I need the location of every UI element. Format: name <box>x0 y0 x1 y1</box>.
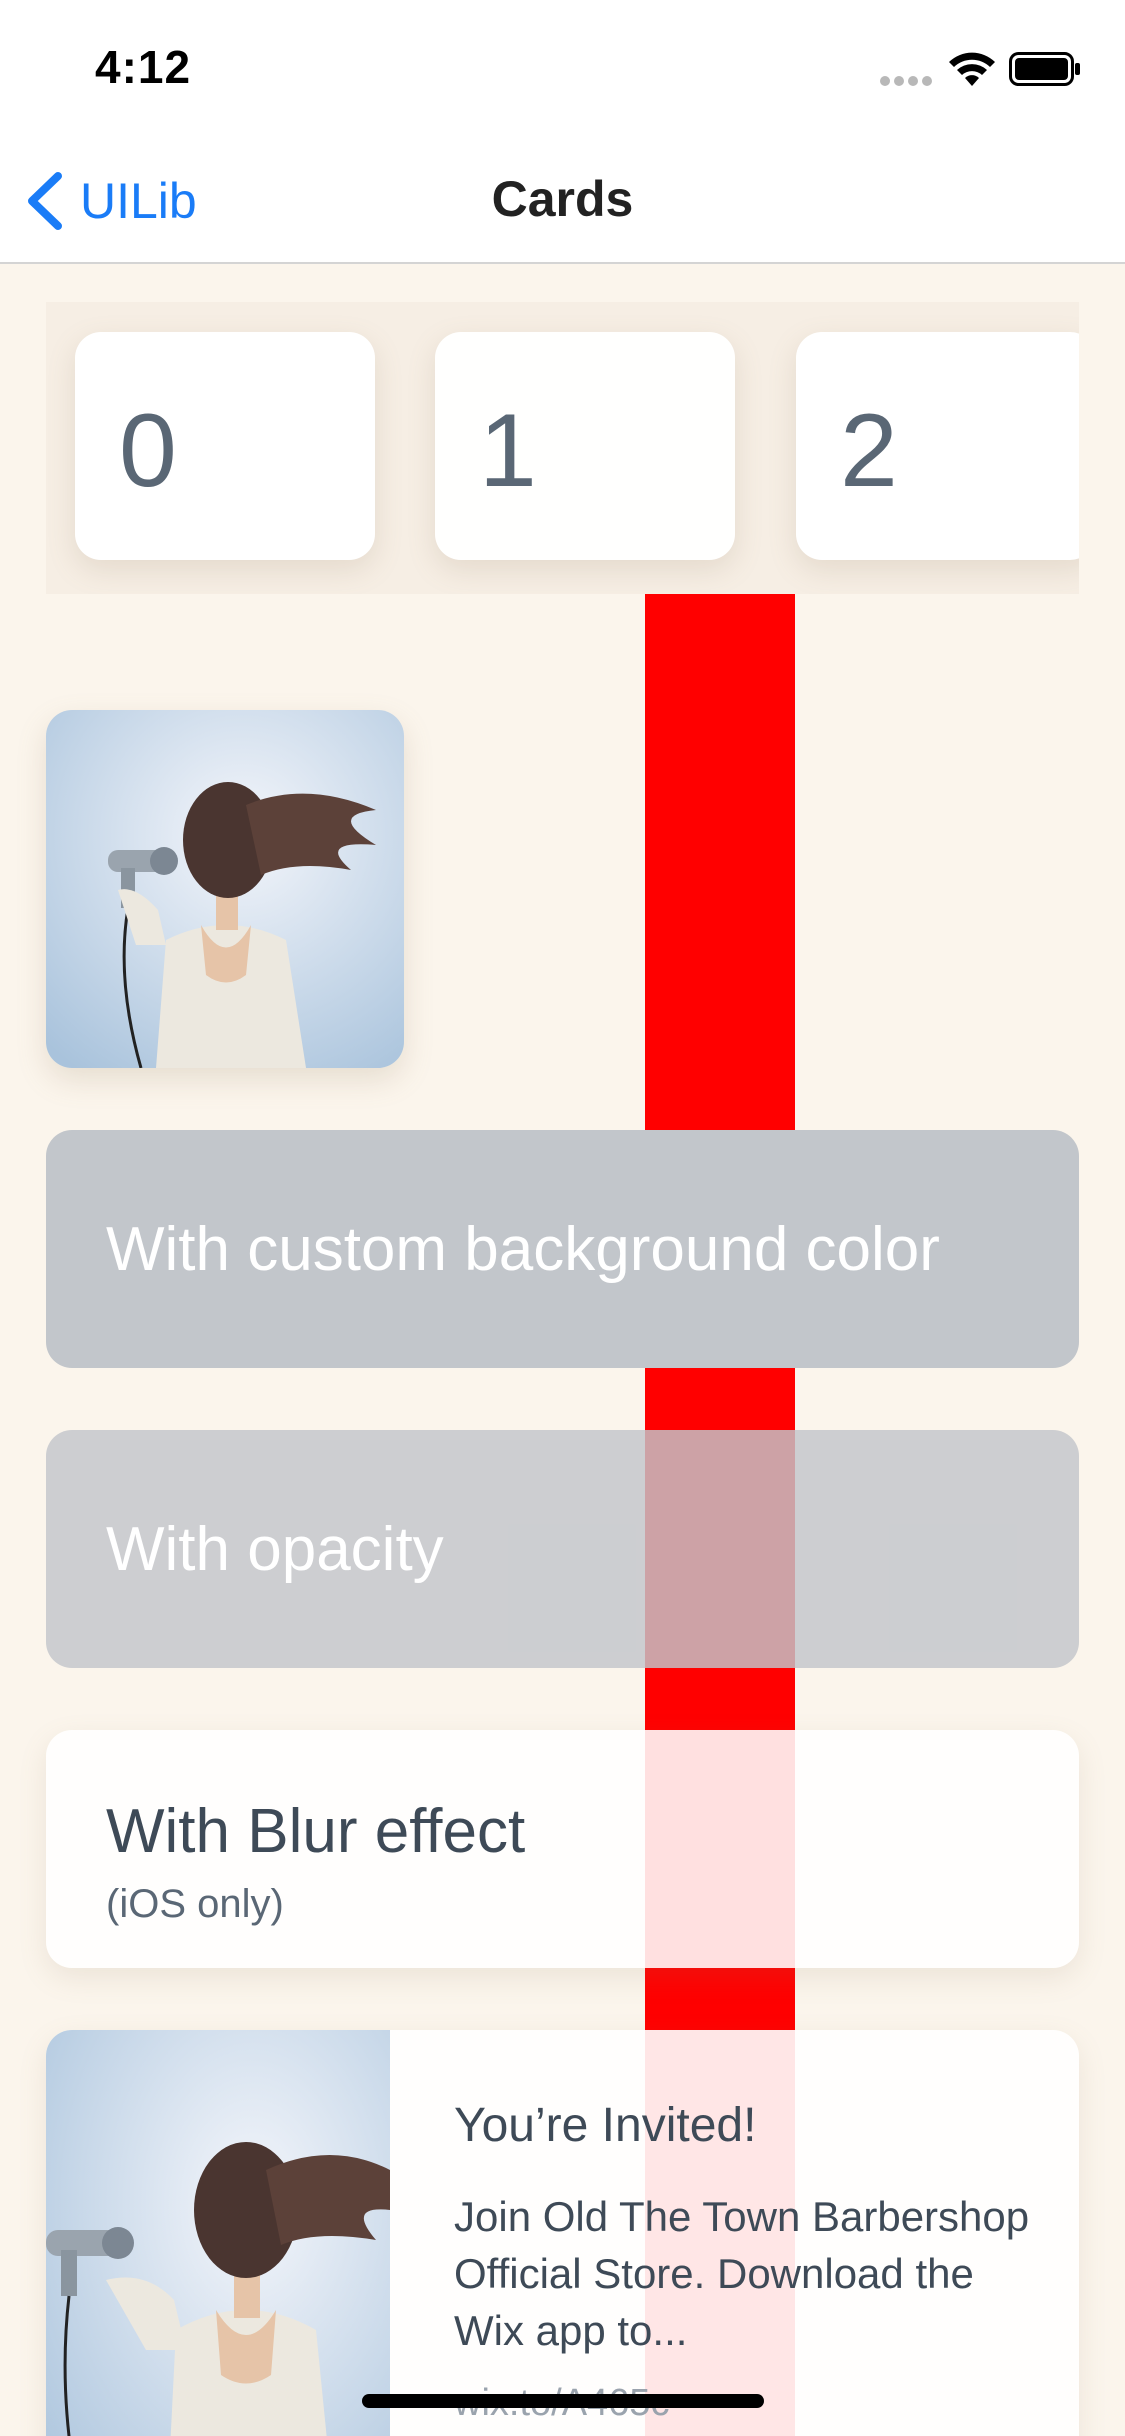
home-indicator[interactable] <box>362 2394 764 2408</box>
screen: 4:12 UILib Cards 0 1 2 With custom backg… <box>0 0 1125 2436</box>
number-card-2[interactable]: 2 <box>796 332 1079 560</box>
navigation-bar: UILib Cards <box>0 140 1125 264</box>
signal-icon <box>880 76 932 86</box>
blur-effect-card[interactable]: With Blur effect (iOS only) <box>46 1730 1079 1968</box>
battery-icon <box>1009 52 1080 86</box>
hairdryer-photo <box>46 710 404 1068</box>
custom-background-card[interactable]: With custom background color <box>46 1130 1079 1368</box>
page-title: Cards <box>491 171 634 227</box>
image-card[interactable] <box>46 710 404 1068</box>
number-card-label: 1 <box>479 393 537 509</box>
number-card-label: 2 <box>840 393 898 509</box>
horizontal-card-list[interactable]: 0 1 2 <box>46 302 1079 594</box>
status-bar: 4:12 <box>0 0 1125 140</box>
number-card-label: 0 <box>119 393 177 509</box>
scroll-content[interactable]: 0 1 2 With custom background color With … <box>0 266 1125 2436</box>
hairdryer-photo <box>46 2030 390 2436</box>
number-card-0[interactable]: 0 <box>75 332 375 560</box>
card-label: With opacity <box>106 1515 444 1584</box>
invite-image <box>46 2030 390 2436</box>
invite-body: Join Old The Town Barbershop Official St… <box>454 2193 1030 2354</box>
invite-title: You’re Invited! <box>454 2099 757 2152</box>
card-label: With custom background color <box>106 1215 940 1284</box>
card-label: With Blur effect <box>106 1797 526 1866</box>
number-card-1[interactable]: 1 <box>435 332 735 560</box>
invite-card[interactable]: You’re Invited! Join Old The Town Barber… <box>46 2030 1079 2436</box>
card-sublabel: (iOS only) <box>106 1882 284 1926</box>
status-time: 4:12 <box>95 41 192 93</box>
opacity-card[interactable]: With opacity <box>46 1430 1079 1668</box>
wifi-icon <box>949 52 995 86</box>
